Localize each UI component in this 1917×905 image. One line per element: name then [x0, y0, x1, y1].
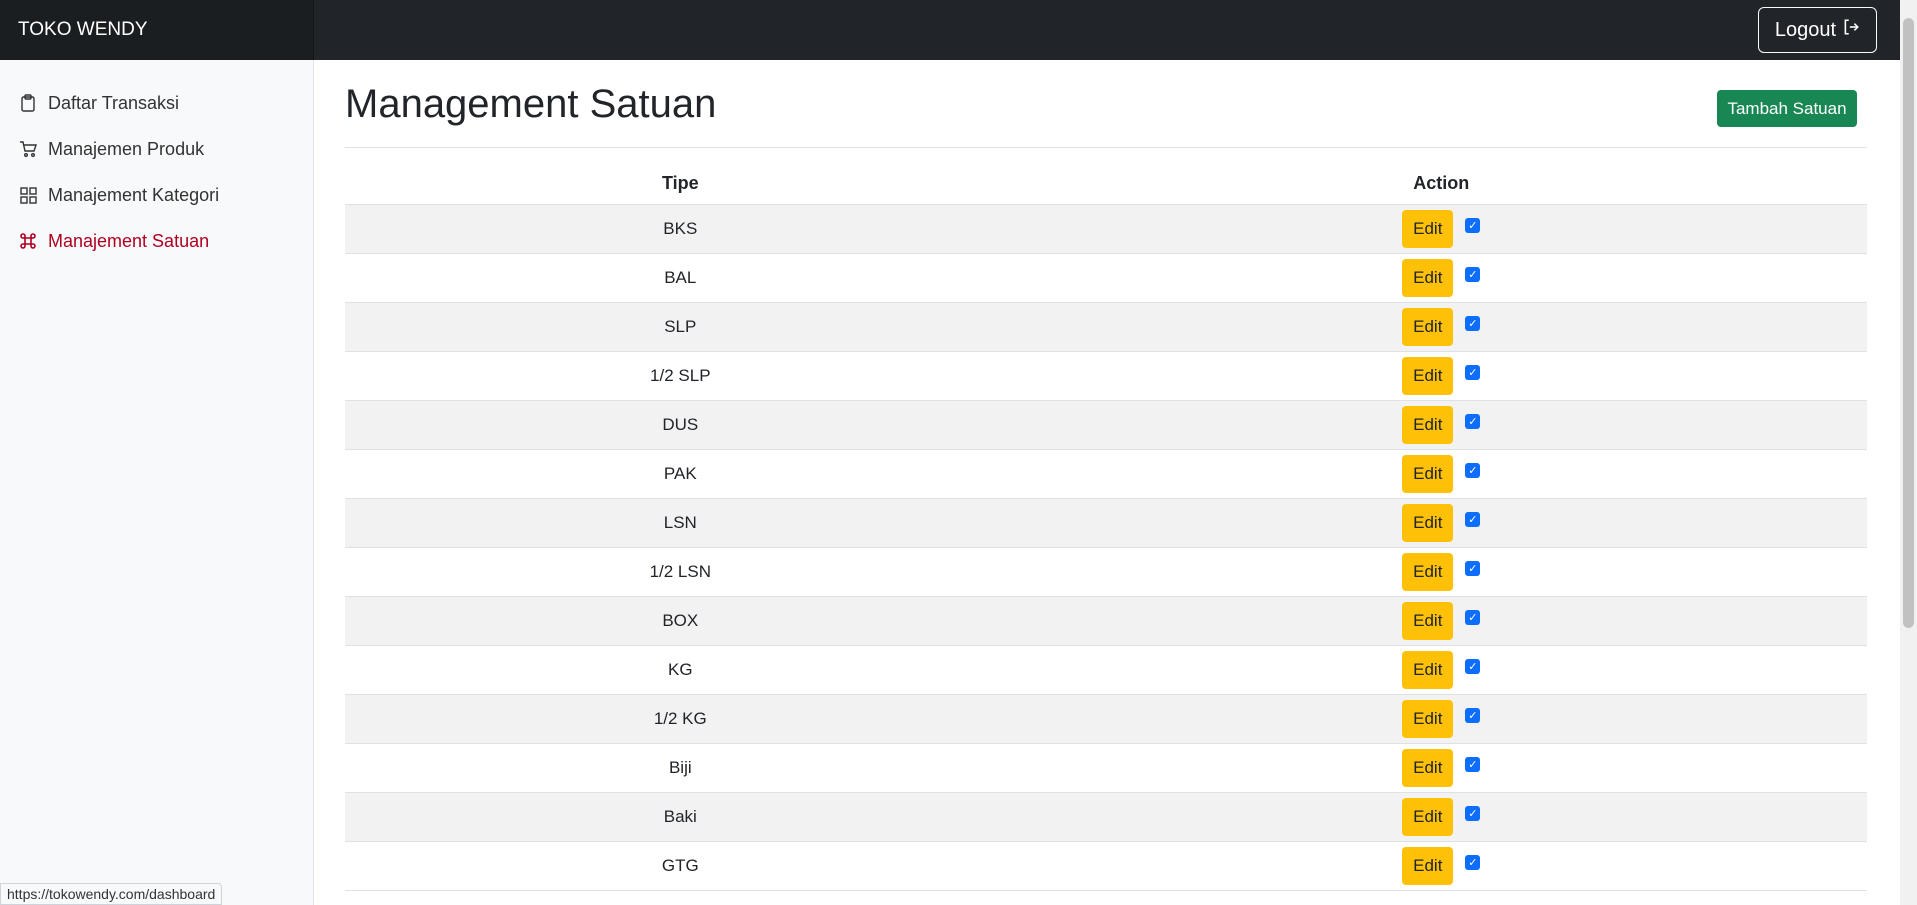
table-row: 1/2 SLP Edit ✓ — [345, 351, 1867, 401]
action-cell: Edit ✓ — [1015, 694, 1867, 744]
tipe-cell: KG — [345, 645, 1016, 695]
edit-button[interactable]: Edit — [1402, 356, 1454, 395]
cart-icon — [18, 139, 38, 159]
edit-button[interactable]: Edit — [1402, 601, 1454, 640]
row-checkbox[interactable]: ✓ — [1465, 806, 1481, 821]
row-checkbox[interactable]: ✓ — [1465, 561, 1481, 576]
row-checkbox[interactable]: ✓ — [1465, 512, 1481, 527]
edit-button[interactable]: Edit — [1402, 307, 1454, 346]
action-cell: Edit ✓ — [1015, 449, 1867, 499]
page-title: Management Satuan — [345, 82, 717, 126]
brand-title[interactable]: TOKO WENDY — [0, 0, 314, 60]
sidebar-item-label: Manajemen Produk — [48, 138, 205, 159]
edit-button[interactable]: Edit — [1402, 209, 1454, 248]
edit-button[interactable]: Edit — [1402, 699, 1454, 738]
row-checkbox[interactable]: ✓ — [1465, 855, 1481, 870]
edit-button[interactable]: Edit — [1402, 797, 1454, 836]
satuan-table: Tipe Action BKS Edit ✓ BAL Edit ✓ SLP Edit ✓ 1/2 … — [345, 164, 1867, 891]
logout-icon — [1842, 18, 1860, 42]
tipe-cell: BAL — [345, 253, 1016, 303]
column-header-tipe: Tipe — [345, 164, 1016, 205]
table-row: 1/2 KG Edit ✓ — [345, 694, 1867, 744]
action-cell: Edit ✓ — [1015, 547, 1867, 597]
table-row: LSN Edit ✓ — [345, 498, 1867, 548]
tipe-cell: Baki — [345, 792, 1016, 842]
edit-button[interactable]: Edit — [1402, 405, 1454, 444]
add-satuan-button[interactable]: Tambah Satuan — [1717, 90, 1857, 127]
row-checkbox[interactable]: ✓ — [1465, 708, 1481, 723]
top-navbar: TOKO WENDY Logout — [0, 0, 1917, 60]
table-row: BOX Edit ✓ — [345, 596, 1867, 646]
edit-button[interactable]: Edit — [1402, 258, 1454, 297]
tipe-cell: DUS — [345, 400, 1016, 450]
action-cell: Edit ✓ — [1015, 645, 1867, 695]
edit-button[interactable]: Edit — [1402, 503, 1454, 542]
edit-button[interactable]: Edit — [1402, 454, 1454, 493]
sidebar-item-label: Manajement Kategori — [48, 184, 220, 205]
sidebar-item-label: Daftar Transaksi — [48, 92, 180, 113]
grid-icon — [18, 185, 38, 205]
page-scrollbar[interactable] — [1900, 0, 1917, 905]
table-row: KG Edit ✓ — [345, 645, 1867, 695]
action-cell: Edit ✓ — [1015, 596, 1867, 646]
logout-button[interactable]: Logout — [1758, 7, 1877, 53]
table-row: BKS Edit ✓ — [345, 204, 1867, 254]
tipe-cell: 1/2 SLP — [345, 351, 1016, 401]
logout-label: Logout — [1774, 18, 1837, 41]
action-cell: Edit ✓ — [1015, 204, 1867, 254]
scrollbar-thumb[interactable] — [1903, 18, 1914, 628]
row-checkbox[interactable]: ✓ — [1465, 757, 1481, 772]
tipe-cell: LSN — [345, 498, 1016, 548]
table-header-row: Tipe Action — [345, 164, 1867, 205]
clipboard-icon — [18, 93, 38, 113]
edit-button[interactable]: Edit — [1402, 650, 1454, 689]
status-bar-url: https://tokowendy.com/dashboard — [0, 883, 223, 905]
action-cell: Edit ✓ — [1015, 498, 1867, 548]
edit-button[interactable]: Edit — [1402, 552, 1454, 591]
command-icon — [18, 231, 38, 251]
action-cell: Edit ✓ — [1015, 792, 1867, 842]
table-row: 1/2 LSN Edit ✓ — [345, 547, 1867, 597]
action-cell: Edit ✓ — [1015, 351, 1867, 401]
main-content: Management Satuan Tambah Satuan Tipe Act… — [345, 60, 1867, 891]
action-cell: Edit ✓ — [1015, 302, 1867, 352]
row-checkbox[interactable]: ✓ — [1465, 610, 1481, 625]
table-row: Biji Edit ✓ — [345, 743, 1867, 793]
column-header-action: Action — [1015, 164, 1867, 205]
table-row: BAL Edit ✓ — [345, 253, 1867, 303]
table-row: Baki Edit ✓ — [345, 792, 1867, 842]
action-cell: Edit ✓ — [1015, 743, 1867, 793]
table-row: PAK Edit ✓ — [345, 449, 1867, 499]
sidebar-item-daftar-transaksi[interactable]: Daftar Transaksi — [0, 80, 313, 126]
sidebar: Daftar Transaksi Manajemen Produk Manaje… — [0, 60, 314, 905]
tipe-cell: PAK — [345, 449, 1016, 499]
edit-button[interactable]: Edit — [1402, 846, 1454, 885]
action-cell: Edit ✓ — [1015, 841, 1867, 891]
row-checkbox[interactable]: ✓ — [1465, 659, 1481, 674]
tipe-cell: 1/2 LSN — [345, 547, 1016, 597]
sidebar-item-manajemen-produk[interactable]: Manajemen Produk — [0, 126, 313, 172]
tipe-cell: BOX — [345, 596, 1016, 646]
row-checkbox[interactable]: ✓ — [1465, 316, 1481, 331]
table-row: SLP Edit ✓ — [345, 302, 1867, 352]
tipe-cell: SLP — [345, 302, 1016, 352]
row-checkbox[interactable]: ✓ — [1465, 267, 1481, 282]
row-checkbox[interactable]: ✓ — [1465, 414, 1481, 429]
row-checkbox[interactable]: ✓ — [1465, 365, 1481, 380]
tipe-cell: Biji — [345, 743, 1016, 793]
row-checkbox[interactable]: ✓ — [1465, 218, 1481, 233]
edit-button[interactable]: Edit — [1402, 748, 1454, 787]
row-checkbox[interactable]: ✓ — [1465, 463, 1481, 478]
table-row: DUS Edit ✓ — [345, 400, 1867, 450]
sidebar-item-manajement-kategori[interactable]: Manajement Kategori — [0, 172, 313, 218]
sidebar-item-manajement-satuan[interactable]: Manajement Satuan — [0, 218, 313, 264]
tipe-cell: GTG — [345, 841, 1016, 891]
action-cell: Edit ✓ — [1015, 400, 1867, 450]
sidebar-item-label: Manajement Satuan — [48, 230, 210, 251]
tipe-cell: BKS — [345, 204, 1016, 254]
action-cell: Edit ✓ — [1015, 253, 1867, 303]
table-row: GTG Edit ✓ — [345, 841, 1867, 891]
tipe-cell: 1/2 KG — [345, 694, 1016, 744]
page-header: Management Satuan Tambah Satuan — [345, 60, 1867, 148]
